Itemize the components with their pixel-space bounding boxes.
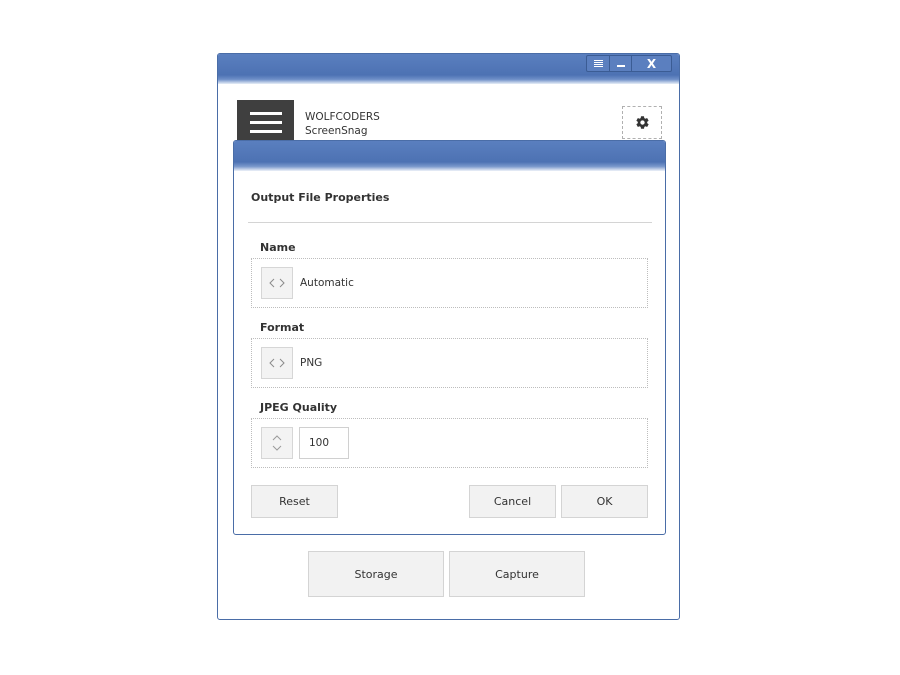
menu-icon <box>593 60 603 67</box>
jpeg-quality-label: JPEG Quality <box>260 401 338 414</box>
format-code-button[interactable] <box>261 347 293 379</box>
jpeg-quality-input[interactable] <box>299 427 349 459</box>
name-value: Automatic <box>300 277 354 289</box>
title-bar[interactable]: X <box>218 54 679 84</box>
hamburger-icon <box>249 111 282 115</box>
close-button[interactable]: X <box>631 56 671 71</box>
brand-product: ScreenSnag <box>305 125 368 137</box>
settings-button[interactable] <box>622 106 662 139</box>
window-menu-button[interactable] <box>587 56 609 71</box>
divider <box>248 222 652 223</box>
format-label: Format <box>260 321 305 334</box>
name-field: Automatic <box>251 258 648 308</box>
capture-button[interactable]: Capture <box>449 551 585 597</box>
window-controls: X <box>586 55 672 72</box>
code-icon <box>269 358 285 368</box>
minimize-button[interactable] <box>609 56 631 71</box>
format-value: PNG <box>300 357 323 369</box>
dialog-title: Output File Properties <box>251 191 390 204</box>
dialog-header <box>234 141 665 171</box>
jpeg-quality-field <box>251 418 648 468</box>
hamburger-menu-button[interactable] <box>237 100 294 144</box>
brand-company: WOLFCODERS <box>305 111 380 123</box>
storage-button[interactable]: Storage <box>308 551 444 597</box>
output-file-properties-dialog: Output File Properties Name Automatic Fo… <box>233 140 666 535</box>
reset-button[interactable]: Reset <box>251 485 338 518</box>
gear-icon <box>635 116 649 129</box>
close-icon: X <box>646 56 657 71</box>
format-field: PNG <box>251 338 648 388</box>
ok-button[interactable]: OK <box>561 485 648 518</box>
cancel-button[interactable]: Cancel <box>469 485 556 518</box>
up-down-icon <box>272 435 282 451</box>
minimize-icon <box>616 65 625 67</box>
app-window: X WOLFCODERS ScreenSnag Output File Prop… <box>217 53 680 620</box>
jpeg-quality-stepper[interactable] <box>261 427 293 459</box>
brand: WOLFCODERS ScreenSnag <box>305 110 380 138</box>
name-code-button[interactable] <box>261 267 293 299</box>
code-icon <box>269 278 285 288</box>
name-label: Name <box>260 241 296 254</box>
